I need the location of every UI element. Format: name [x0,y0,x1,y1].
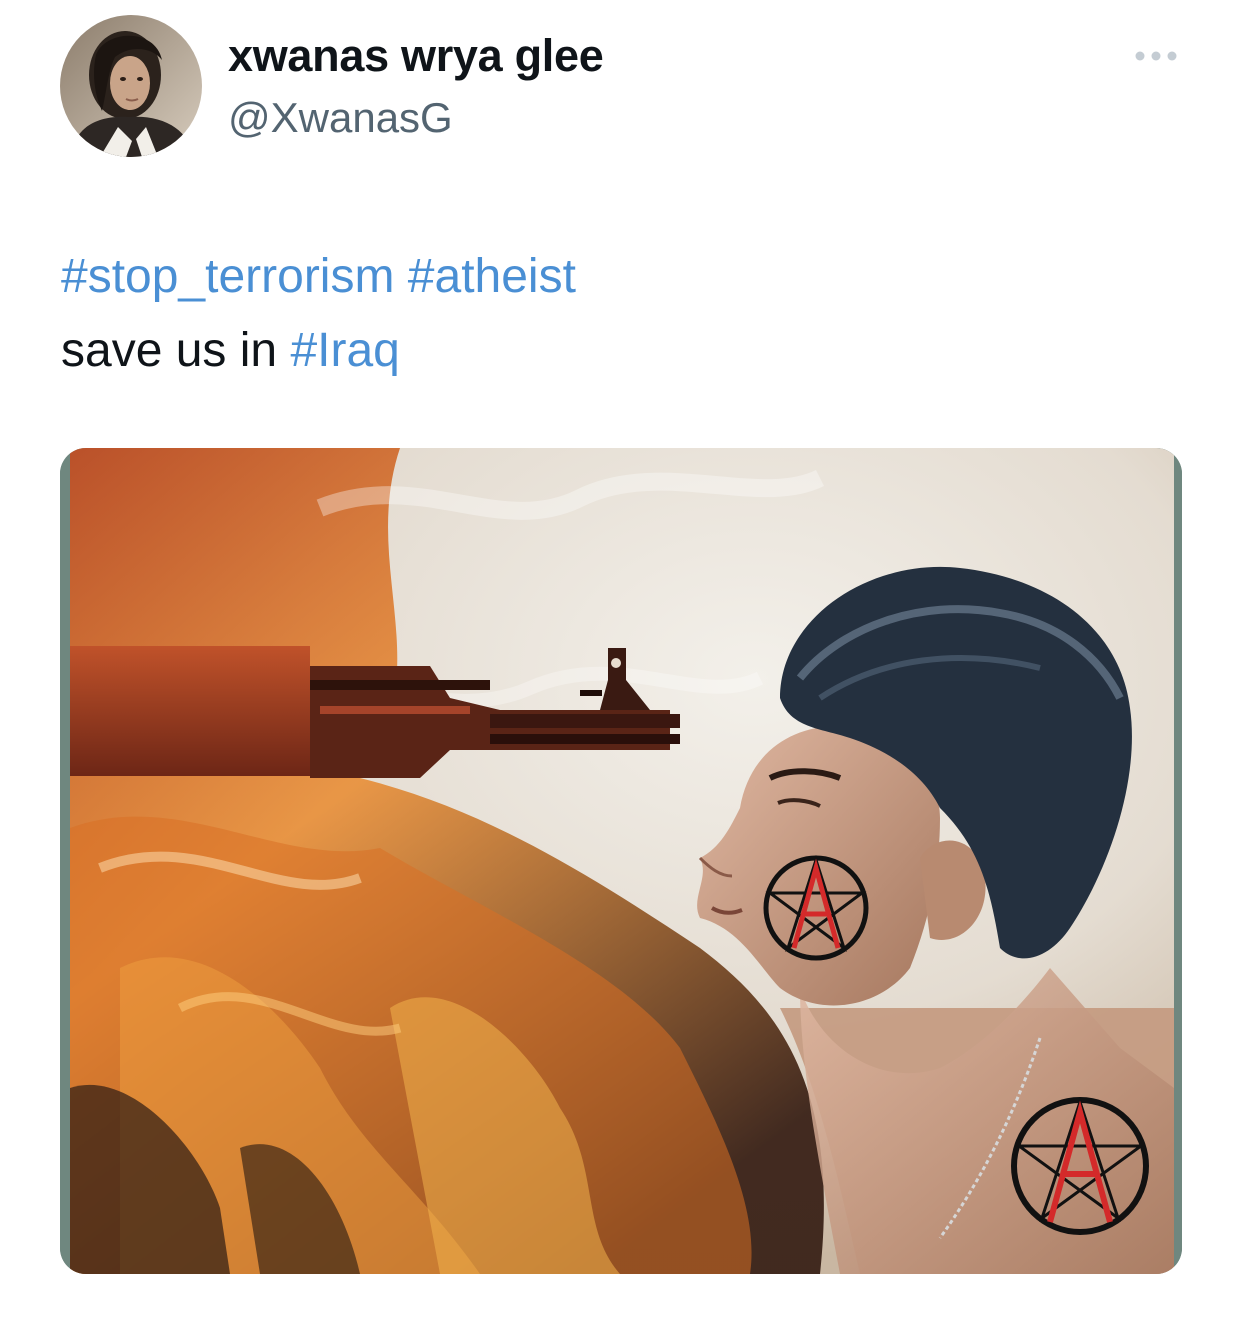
avatar-image [60,15,202,157]
tweet-text-line-2: save us in #Iraq [61,314,576,388]
tweet-text-line-1: #stop_terrorism #atheist [61,240,576,314]
hashtag-link[interactable]: #atheist [408,250,576,303]
author-handle[interactable]: @XwanasG [228,94,453,142]
hashtag-link[interactable]: #Iraq [290,324,399,377]
tweet-text-segment [394,250,407,303]
author-avatar[interactable] [60,15,202,157]
more-options-button[interactable] [1126,38,1186,74]
tweet-media-photo[interactable] [60,448,1182,1274]
tweet-text-segment: save us in [61,324,291,377]
hashtag-link[interactable]: #stop_terrorism [61,250,394,303]
more-horizontal-icon [1135,51,1177,61]
tweet-text: #stop_terrorism #atheist save us in #Ira… [61,240,576,388]
author-display-name[interactable]: xwanas wrya glee [228,30,604,82]
photo-image [60,448,1182,1274]
